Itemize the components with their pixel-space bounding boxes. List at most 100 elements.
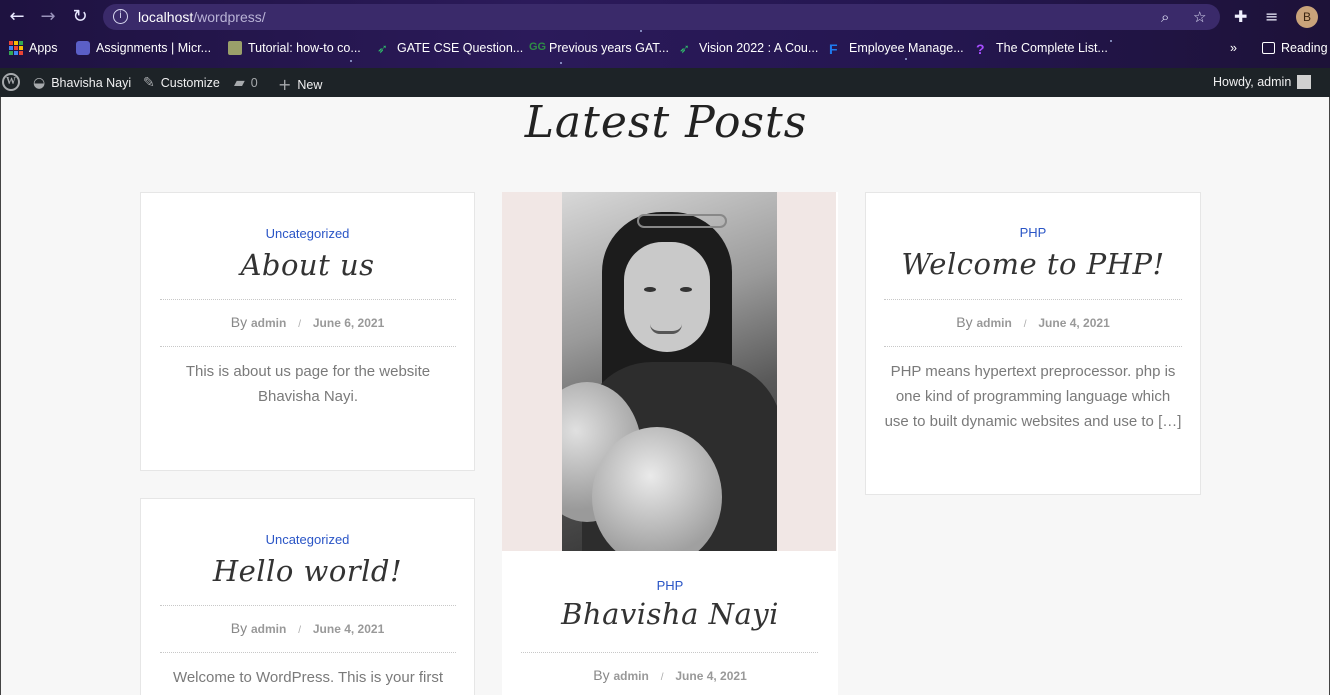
- post-author-link[interactable]: admin: [251, 316, 286, 330]
- post-category-link[interactable]: PHP: [866, 225, 1200, 240]
- post-title-link[interactable]: Hello world!: [141, 554, 474, 588]
- more-bookmarks-label: »: [1230, 41, 1237, 55]
- post-author-link[interactable]: admin: [613, 669, 648, 683]
- post-title-link[interactable]: Bhavisha Nayi: [502, 597, 838, 631]
- by-label: By: [230, 620, 248, 636]
- divider: [160, 299, 456, 300]
- post-title-link[interactable]: Welcome to PHP!: [866, 247, 1200, 281]
- bookmark-label: The Complete List...: [996, 41, 1108, 55]
- tutorial-icon: [228, 41, 242, 55]
- site-name-label: Bhavisha Nayi: [51, 76, 132, 90]
- url-path: /wordpress/: [193, 9, 266, 25]
- media-control-icon[interactable]: ≡: [1265, 7, 1278, 26]
- teams-icon: [76, 41, 90, 55]
- post-date-link[interactable]: June 6, 2021: [313, 316, 384, 330]
- reading-list-icon: [1262, 42, 1275, 54]
- divider: [160, 652, 456, 653]
- post-featured-image[interactable]: [502, 192, 836, 551]
- post-date-link[interactable]: June 4, 2021: [1038, 316, 1109, 330]
- bookmark-employee-manage[interactable]: F Employee Manage...: [829, 41, 964, 57]
- post-card: Uncategorized About us By admin / June 6…: [140, 192, 475, 471]
- bookmarks-bar: Apps Assignments | Micr... Tutorial: how…: [0, 36, 1330, 64]
- divider: [884, 299, 1182, 300]
- comment-icon: ▰: [234, 75, 245, 91]
- reload-icon[interactable]: ↻: [70, 7, 90, 27]
- post-author-link[interactable]: admin: [976, 316, 1011, 330]
- bookmark-vision-2022[interactable]: ➶ Vision 2022 : A Cou...: [679, 41, 818, 56]
- customize-label: Customize: [160, 76, 220, 90]
- bookmark-label: Previous years GAT...: [549, 41, 669, 55]
- by-label: By: [230, 314, 248, 330]
- post-card: Uncategorized Hello world! By admin / Ju…: [140, 498, 475, 695]
- bookmark-assignments[interactable]: Assignments | Micr...: [76, 41, 211, 55]
- site-info-icon[interactable]: i: [113, 9, 128, 24]
- post-excerpt: This is about us page for the website Bh…: [185, 363, 431, 405]
- extensions-icon[interactable]: ✚: [1234, 7, 1247, 26]
- by-label: By: [956, 314, 973, 330]
- post-excerpt: Welcome to WordPress. This is your first: [172, 669, 444, 686]
- my-account-link[interactable]: Howdy, admin: [1213, 75, 1312, 89]
- divider: [884, 346, 1182, 347]
- question-icon: ?: [976, 41, 985, 57]
- meta-separator: /: [660, 672, 664, 683]
- post-meta: By admin / June 4, 2021: [502, 667, 838, 683]
- back-icon[interactable]: ←: [7, 7, 27, 27]
- page-content: Latest Posts Uncategorized About us By a…: [0, 97, 1330, 695]
- dashboard-icon: ◒: [33, 75, 46, 91]
- profile-avatar[interactable]: B: [1296, 6, 1318, 28]
- reading-list-label: Reading: [1281, 41, 1328, 55]
- new-content-link[interactable]: + New: [278, 75, 322, 94]
- post-date-link[interactable]: June 4, 2021: [313, 622, 384, 636]
- portrait-photo: [562, 192, 777, 551]
- post-category-link[interactable]: Uncategorized: [141, 532, 474, 547]
- bookmark-label: Apps: [29, 41, 58, 55]
- wordpress-logo-icon[interactable]: W: [2, 73, 20, 91]
- post-author-link[interactable]: admin: [251, 622, 286, 636]
- gfg-icon: GG: [529, 41, 547, 53]
- post-category-link[interactable]: PHP: [502, 578, 838, 593]
- bookmark-star-icon[interactable]: ☆: [1193, 8, 1206, 26]
- apps-grid-icon: [9, 41, 23, 55]
- bookmark-tutorial[interactable]: Tutorial: how-to co...: [228, 41, 361, 55]
- meta-separator: /: [1023, 319, 1027, 330]
- comments-link[interactable]: ▰ 0: [234, 75, 258, 91]
- bookmark-apps[interactable]: Apps: [9, 41, 58, 55]
- divider: [160, 605, 456, 606]
- bookmark-label: Assignments | Micr...: [96, 41, 212, 55]
- rocket-icon: ➶: [679, 41, 690, 56]
- meta-separator: /: [298, 625, 301, 636]
- rocket-icon: ➶: [377, 41, 388, 56]
- new-label: New: [297, 77, 323, 92]
- employee-icon: F: [829, 41, 838, 57]
- bookmark-gate-cse[interactable]: ➶ GATE CSE Question...: [377, 41, 524, 56]
- customize-link[interactable]: ✎ Customize: [143, 75, 220, 91]
- site-name-link[interactable]: ◒ Bhavisha Nayi: [33, 75, 131, 91]
- forward-icon[interactable]: →: [38, 7, 58, 27]
- howdy-label: Howdy, admin: [1213, 75, 1292, 89]
- brush-icon: ✎: [143, 75, 155, 91]
- zoom-icon[interactable]: ⌕: [1161, 8, 1169, 26]
- bookmark-previous-years[interactable]: GG Previous years GAT...: [529, 41, 669, 55]
- meta-separator: /: [298, 319, 301, 330]
- bookmark-label: Employee Manage...: [849, 41, 964, 55]
- post-date-link[interactable]: June 4, 2021: [675, 669, 746, 683]
- post-meta: By admin / June 4, 2021: [141, 620, 474, 636]
- bookmark-complete-list[interactable]: ? The Complete List...: [976, 41, 1108, 57]
- more-bookmarks-button[interactable]: »: [1230, 41, 1237, 55]
- browser-toolbar: ← → ↻ i localhost/wordpress/ ⌕ ☆ ✚ ≡ B: [0, 0, 1330, 34]
- url-host: localhost: [138, 9, 194, 25]
- bookmark-label: GATE CSE Question...: [397, 41, 524, 55]
- by-label: By: [593, 667, 610, 683]
- post-card: PHP Bhavisha Nayi By admin / June 4, 202…: [502, 192, 838, 695]
- divider: [160, 346, 456, 347]
- reading-list-button[interactable]: Reading: [1262, 41, 1328, 55]
- user-avatar: [1297, 75, 1312, 89]
- plus-icon: +: [278, 75, 292, 94]
- post-excerpt: PHP means hypertext preprocessor. php is…: [884, 363, 1182, 430]
- browser-chrome: ← → ↻ i localhost/wordpress/ ⌕ ☆ ✚ ≡ B A…: [0, 0, 1330, 68]
- comments-count: 0: [250, 76, 258, 90]
- address-bar[interactable]: i localhost/wordpress/ ⌕ ☆: [103, 4, 1220, 30]
- post-meta: By admin / June 6, 2021: [141, 314, 474, 330]
- post-title-link[interactable]: About us: [141, 248, 474, 282]
- post-category-link[interactable]: Uncategorized: [141, 226, 474, 241]
